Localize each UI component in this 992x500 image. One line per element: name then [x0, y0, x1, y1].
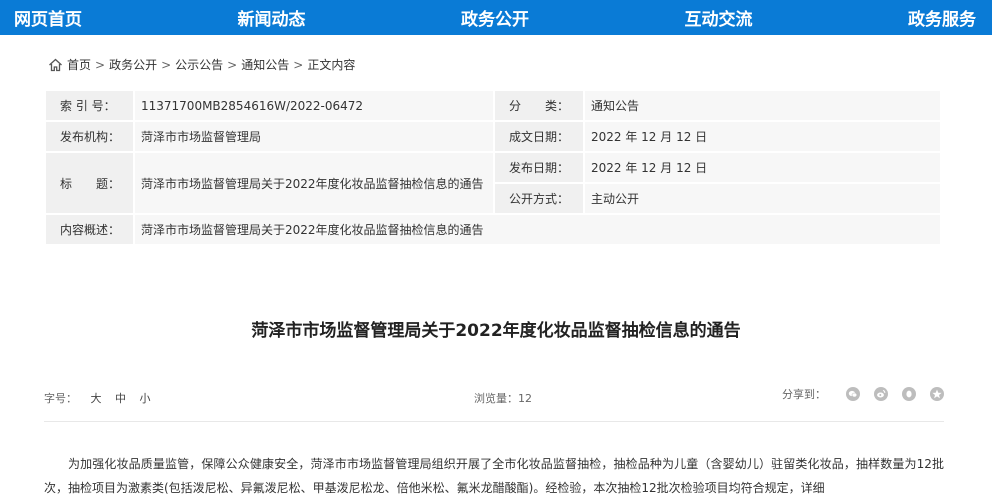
- font-size-large-button[interactable]: 大: [91, 392, 102, 405]
- title-value: 菏泽市市场监督管理局关于2022年度化妆品监督抽检信息的通告: [135, 153, 495, 215]
- share-label: 分享到：: [782, 388, 826, 401]
- breadcrumb-separator: >: [293, 57, 304, 72]
- nav-item-home[interactable]: 网页首页: [14, 5, 82, 30]
- publisher-label: 发布机构：: [46, 122, 135, 153]
- article-title: 菏泽市市场监督管理局关于2022年度化妆品监督抽检信息的通告: [251, 321, 741, 341]
- nav-item-services[interactable]: 政务服务: [908, 5, 976, 30]
- weibo-icon[interactable]: [874, 387, 888, 401]
- breadcrumb-current: 正文内容: [307, 58, 356, 72]
- table-row: 内容概述： 菏泽市市场监督管理局关于2022年度化妆品监督抽检信息的通告: [46, 215, 942, 246]
- breadcrumb-separator: >: [227, 57, 238, 72]
- table-row: 索 引 号： 11371700MB2854616W/2022-06472 分 类…: [46, 91, 942, 122]
- category-value: 通知公告: [585, 91, 942, 122]
- published-date-label: 发布日期：: [495, 153, 585, 184]
- document-metadata-table: 索 引 号： 11371700MB2854616W/2022-06472 分 类…: [46, 91, 942, 246]
- breadcrumb-separator: >: [95, 57, 106, 72]
- published-date-value: 2022 年 12 月 12 日: [585, 153, 942, 184]
- breadcrumb-government-affairs[interactable]: 政务公开: [109, 56, 157, 73]
- font-size-small-button[interactable]: 小: [140, 392, 151, 405]
- breadcrumb-home[interactable]: 首页: [67, 56, 91, 73]
- summary-label: 内容概述：: [46, 215, 135, 246]
- font-size-medium-button[interactable]: 中: [115, 392, 126, 405]
- created-date-label: 成文日期：: [495, 122, 585, 153]
- qzone-icon[interactable]: [930, 387, 944, 401]
- share-bar: 分享到：: [782, 386, 944, 402]
- breadcrumb-separator: >: [161, 57, 172, 72]
- wechat-icon[interactable]: [846, 387, 860, 401]
- index-number-value: 11371700MB2854616W/2022-06472: [135, 91, 495, 122]
- qq-icon[interactable]: [902, 387, 916, 401]
- article-body: 为加强化妆品质量监管，保障公众健康安全，菏泽市市场监督管理局组织开展了全市化妆品…: [44, 457, 944, 495]
- table-row: 发布机构： 菏泽市市场监督管理局 成文日期： 2022 年 12 月 12 日: [46, 122, 942, 153]
- nav-item-government-affairs[interactable]: 政务公开: [461, 5, 529, 30]
- home-icon[interactable]: [48, 58, 63, 72]
- category-label: 分 类：: [495, 91, 585, 122]
- breadcrumb-notices[interactable]: 通知公告: [241, 56, 289, 73]
- font-size-switcher: 字号： 大 中 小: [44, 390, 151, 406]
- disclosure-mode-value: 主动公开: [585, 184, 942, 215]
- summary-value: 菏泽市市场监督管理局关于2022年度化妆品监督抽检信息的通告: [135, 215, 942, 246]
- font-size-label: 字号：: [44, 392, 77, 405]
- nav-item-interaction[interactable]: 互动交流: [685, 5, 753, 30]
- created-date-value: 2022 年 12 月 12 日: [585, 122, 942, 153]
- view-count: 浏览量：12: [474, 392, 532, 405]
- index-number-label: 索 引 号：: [46, 91, 135, 122]
- top-navigation: 网页首页 新闻动态 政务公开 互动交流 政务服务: [0, 0, 992, 35]
- article-toolbar: 字号： 大 中 小 浏览量：12 分享到：: [44, 386, 944, 406]
- divider: [44, 421, 944, 422]
- nav-item-news[interactable]: 新闻动态: [238, 5, 306, 30]
- disclosure-mode-label: 公开方式：: [495, 184, 585, 215]
- title-label: 标 题：: [46, 153, 135, 215]
- breadcrumb-announcements[interactable]: 公示公告: [175, 56, 223, 73]
- table-row: 标 题： 菏泽市市场监督管理局关于2022年度化妆品监督抽检信息的通告 发布日期…: [46, 153, 942, 215]
- publisher-value: 菏泽市市场监督管理局: [135, 122, 495, 153]
- breadcrumb: 首页 > 政务公开 > 公示公告 > 通知公告 > 正文内容: [48, 56, 355, 73]
